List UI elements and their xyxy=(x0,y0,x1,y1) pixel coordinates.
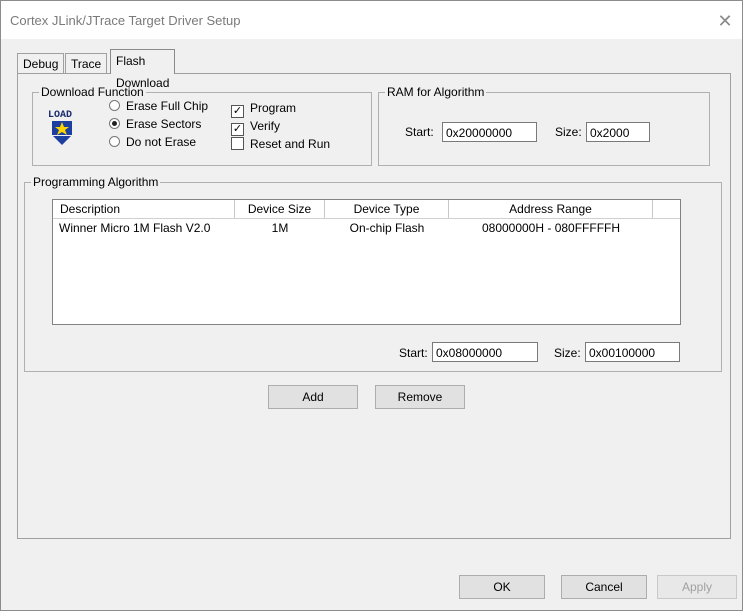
program-check-icon[interactable]: ✓ xyxy=(231,105,244,118)
column-device-type[interactable]: Device Type xyxy=(325,200,449,218)
program-label: Program xyxy=(250,101,297,115)
radio-do-not-erase[interactable] xyxy=(109,136,120,147)
tab-trace[interactable]: Trace xyxy=(65,53,108,74)
column-description[interactable]: Description xyxy=(53,200,235,218)
radio-erase-full-chip[interactable] xyxy=(109,100,120,111)
cancel-button[interactable]: Cancel xyxy=(561,575,647,599)
algo-size-label: Size: xyxy=(554,346,581,360)
row-device-size: 1M xyxy=(271,221,289,235)
close-icon[interactable]: ✕ xyxy=(714,10,736,32)
ram-size-input[interactable]: 0x2000 xyxy=(586,122,650,142)
ram-start-label: Start: xyxy=(405,125,434,139)
column-address-range[interactable]: Address Range xyxy=(449,200,653,218)
title-bar: Cortex JLink/JTrace Target Driver Setup … xyxy=(1,1,742,39)
programming-algorithm-label: Programming Algorithm xyxy=(31,175,161,189)
reset-and-run-box[interactable] xyxy=(231,137,244,150)
row-description: Winner Micro 1M Flash V2.0 xyxy=(59,221,211,235)
verify-label: Verify xyxy=(250,119,281,133)
verify-check-icon[interactable]: ✓ xyxy=(231,123,244,136)
add-button[interactable]: Add xyxy=(268,385,358,409)
erase-sectors-radio[interactable]: Erase Sectors xyxy=(109,117,201,131)
program-checkbox[interactable]: ✓ Program xyxy=(231,101,296,118)
ram-size-label: Size: xyxy=(555,125,582,139)
tab-flash-download[interactable]: Flash Download xyxy=(110,49,176,90)
ram-start-input[interactable]: 0x20000000 xyxy=(442,122,537,142)
window-title: Cortex JLink/JTrace Target Driver Setup xyxy=(10,13,241,28)
table-row[interactable]: Winner Micro 1M Flash V2.0 1M On-chip Fl… xyxy=(53,219,653,237)
apply-button[interactable]: Apply xyxy=(657,575,737,599)
algo-start-label: Start: xyxy=(399,346,428,360)
do-not-erase-label: Do not Erase xyxy=(126,135,197,149)
tab-debug[interactable]: Debug xyxy=(17,53,65,74)
row-address-range: 08000000H - 080FFFFFH xyxy=(481,221,621,235)
radio-erase-sectors[interactable] xyxy=(109,118,120,129)
ram-for-algorithm-group: RAM for Algorithm Start: 0x20000000 Size… xyxy=(378,85,710,166)
ok-button[interactable]: OK xyxy=(459,575,545,599)
row-device-type: On-chip Flash xyxy=(349,221,425,235)
flash-download-panel: Download Function LOAD Erase Full Chip E… xyxy=(17,73,731,539)
reset-and-run-label: Reset and Run xyxy=(250,137,331,151)
erase-full-chip-radio[interactable]: Erase Full Chip xyxy=(109,99,208,113)
column-filler xyxy=(653,200,680,218)
algorithm-list-header: Description Device Size Device Type Addr… xyxy=(53,200,680,219)
remove-button[interactable]: Remove xyxy=(375,385,465,409)
reset-and-run-checkbox[interactable]: Reset and Run xyxy=(231,137,330,151)
erase-sectors-label: Erase Sectors xyxy=(126,117,202,131)
download-function-group: Download Function LOAD Erase Full Chip E… xyxy=(32,85,372,166)
column-device-size[interactable]: Device Size xyxy=(235,200,325,218)
dialog-window: Cortex JLink/JTrace Target Driver Setup … xyxy=(0,0,743,611)
do-not-erase-radio[interactable]: Do not Erase xyxy=(109,135,196,149)
load-icon: LOAD xyxy=(48,110,72,145)
erase-full-chip-label: Erase Full Chip xyxy=(126,99,209,113)
ram-for-algorithm-label: RAM for Algorithm xyxy=(385,85,487,99)
algo-size-input[interactable]: 0x00100000 xyxy=(585,342,680,362)
svg-text:LOAD: LOAD xyxy=(48,110,72,121)
algo-start-input[interactable]: 0x08000000 xyxy=(432,342,538,362)
verify-checkbox[interactable]: ✓ Verify xyxy=(231,119,280,136)
algorithm-list[interactable]: Description Device Size Device Type Addr… xyxy=(52,199,681,325)
